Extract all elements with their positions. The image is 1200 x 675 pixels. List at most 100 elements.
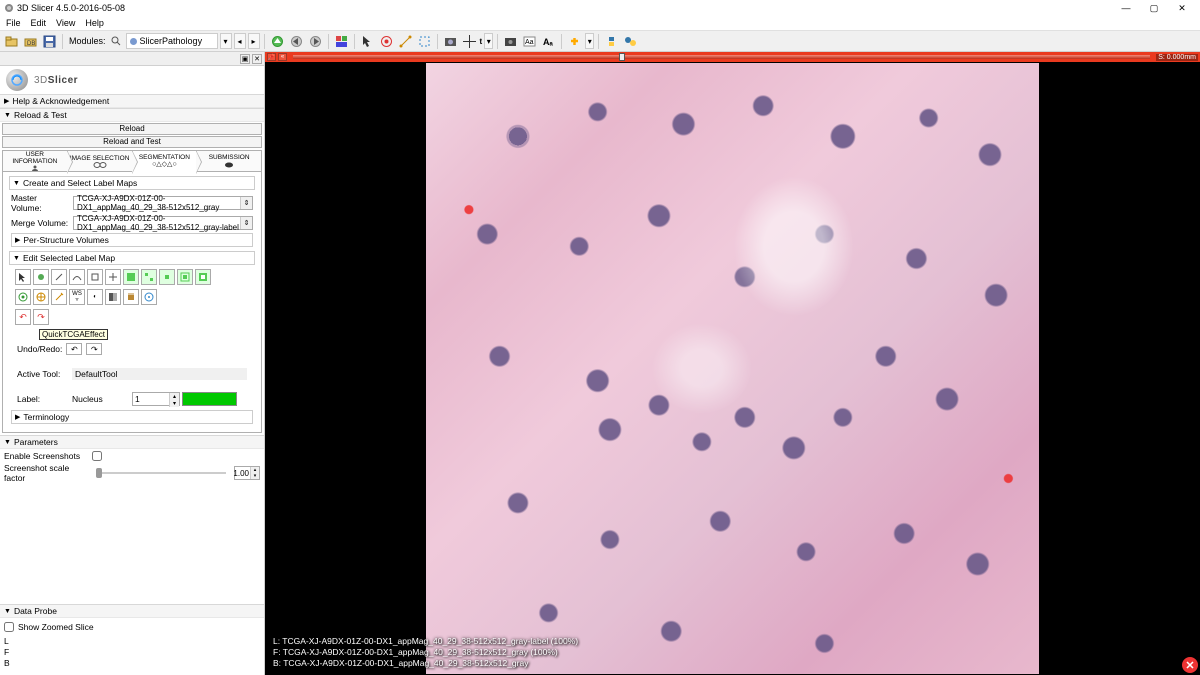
change-island-tool[interactable] bbox=[123, 269, 139, 285]
home-button[interactable] bbox=[269, 33, 286, 50]
menu-file[interactable]: File bbox=[6, 18, 21, 28]
load-data-button[interactable] bbox=[3, 33, 20, 50]
svg-text:DB: DB bbox=[27, 41, 35, 47]
nav-fwd-button[interactable] bbox=[307, 33, 324, 50]
menu-help[interactable]: Help bbox=[85, 18, 104, 28]
grow-cut-tool[interactable] bbox=[15, 289, 31, 305]
tool-tooltip: QuickTCGAEffect bbox=[39, 329, 108, 340]
save-button[interactable] bbox=[41, 33, 58, 50]
terminology-header[interactable]: ▶Terminology bbox=[11, 410, 253, 424]
panel-titlebar: ▣ ✕ bbox=[0, 52, 264, 66]
module-search-button[interactable] bbox=[110, 33, 124, 50]
label-color-swatch[interactable] bbox=[182, 392, 237, 406]
logo-text: 3DSlicer bbox=[34, 75, 78, 86]
paint-tool[interactable] bbox=[33, 269, 49, 285]
show-zoomed-label: Show Zoomed Slice bbox=[18, 622, 94, 632]
watershed-tool[interactable]: WS▿ bbox=[69, 289, 85, 305]
identify-islands-tool[interactable] bbox=[105, 269, 121, 285]
menu-edit[interactable]: Edit bbox=[31, 18, 47, 28]
tab-submission[interactable]: SUBMISSION bbox=[196, 150, 262, 172]
extension-button[interactable] bbox=[566, 33, 583, 50]
save-island-tool[interactable] bbox=[159, 269, 175, 285]
fast-grow-cut-tool[interactable] bbox=[33, 289, 49, 305]
scale-factor-label: Screenshot scale factor bbox=[4, 463, 88, 483]
module-selector[interactable]: SlicerPathology bbox=[126, 33, 218, 49]
slice-offset-slider[interactable] bbox=[293, 55, 1150, 59]
help-section-header[interactable]: ▶Help & Acknowledgement bbox=[0, 95, 264, 108]
roi-button[interactable] bbox=[416, 33, 433, 50]
redo-button[interactable]: ↷ bbox=[86, 343, 102, 355]
python-console-button[interactable] bbox=[622, 33, 639, 50]
master-volume-selector[interactable]: TCGA-XJ-A9DX-01Z-00-DX1_appMag_40_29_38-… bbox=[73, 196, 253, 210]
maximize-button[interactable]: ▢ bbox=[1140, 1, 1168, 15]
overlay-l: L: TCGA-XJ-A9DX-01Z-00-DX1_appMag_40_29_… bbox=[273, 636, 578, 647]
undo-button[interactable]: ↶ bbox=[66, 343, 82, 355]
layout-button[interactable] bbox=[333, 33, 350, 50]
enable-screenshots-checkbox[interactable] bbox=[92, 451, 102, 461]
wand-tool[interactable] bbox=[51, 289, 67, 305]
minimize-button[interactable]: ― bbox=[1112, 1, 1140, 15]
screenshot-button[interactable] bbox=[442, 33, 459, 50]
dilate-tool[interactable] bbox=[195, 269, 211, 285]
reload-test-button[interactable]: Reload and Test bbox=[2, 136, 262, 148]
default-tool[interactable] bbox=[15, 269, 31, 285]
mouse-mode-button[interactable] bbox=[359, 33, 376, 50]
panel-close-button[interactable]: ✕ bbox=[252, 54, 262, 64]
error-indicator-icon[interactable]: ✕ bbox=[1182, 657, 1198, 673]
label-index-input[interactable]: 1▴▾ bbox=[132, 392, 180, 406]
text-annotation-button[interactable]: Aₐ bbox=[540, 33, 557, 50]
scale-factor-input[interactable]: 1.00▴▾ bbox=[234, 466, 260, 480]
per-structure-header[interactable]: ▶Per-Structure Volumes bbox=[11, 233, 253, 247]
probe-l: L bbox=[4, 636, 260, 646]
ruler-button[interactable] bbox=[397, 33, 414, 50]
make-model-tool[interactable] bbox=[123, 289, 139, 305]
layer-overlay: L: TCGA-XJ-A9DX-01Z-00-DX1_appMag_40_29_… bbox=[273, 636, 578, 669]
module-dropdown-button[interactable]: ▾ bbox=[220, 33, 232, 49]
load-dicom-button[interactable]: DB bbox=[22, 33, 39, 50]
close-button[interactable]: ✕ bbox=[1168, 1, 1196, 15]
level-tracing-tool[interactable] bbox=[69, 269, 85, 285]
pin-icon[interactable]: 📌 bbox=[267, 53, 276, 61]
dataprobe-header[interactable]: ▼Data Probe bbox=[0, 605, 264, 618]
overlay-f: F: TCGA-XJ-A9DX-01Z-00-DX1_appMag_40_29_… bbox=[273, 647, 578, 658]
nav-back-button[interactable] bbox=[288, 33, 305, 50]
parameters-header[interactable]: ▼Parameters bbox=[0, 436, 264, 449]
python-button[interactable] bbox=[603, 33, 620, 50]
module-history-back[interactable]: ◂ bbox=[234, 33, 246, 49]
erode-tool[interactable] bbox=[177, 269, 193, 285]
active-tool-value: DefaultTool bbox=[72, 368, 247, 380]
image-icon bbox=[93, 162, 107, 168]
quick-tcga-tool[interactable] bbox=[141, 289, 157, 305]
panel-float-button[interactable]: ▣ bbox=[240, 54, 250, 64]
change-label-tool[interactable] bbox=[105, 289, 121, 305]
app-icon bbox=[4, 3, 14, 13]
threshold-tool[interactable]: ◐ bbox=[87, 289, 103, 305]
tab-segmentation[interactable]: SEGMENTATION ○△◇△○ bbox=[132, 150, 198, 172]
rectangle-tool[interactable] bbox=[87, 269, 103, 285]
undo-tool[interactable]: ↶ bbox=[15, 309, 31, 325]
segmentation-icon: ○△◇△○ bbox=[152, 161, 177, 168]
create-select-header[interactable]: ▼Create and Select Label Maps bbox=[9, 176, 255, 190]
reload-section-header[interactable]: ▼Reload & Test bbox=[0, 109, 264, 122]
scale-factor-slider[interactable] bbox=[96, 472, 226, 474]
annotation-button[interactable]: Aa bbox=[521, 33, 538, 50]
module-history-fwd[interactable]: ▸ bbox=[248, 33, 260, 49]
slice-menu-button[interactable]: « bbox=[278, 53, 287, 61]
tab-image-selection[interactable]: IMAGE SELECTION bbox=[67, 150, 133, 172]
fiducial-button[interactable] bbox=[378, 33, 395, 50]
capture-button[interactable] bbox=[502, 33, 519, 50]
remove-islands-tool[interactable] bbox=[141, 269, 157, 285]
crosshair-button[interactable] bbox=[461, 33, 478, 50]
label-label: Label: bbox=[17, 394, 72, 404]
crosshair-menu[interactable]: ▾ bbox=[484, 33, 493, 49]
show-zoomed-checkbox[interactable] bbox=[4, 622, 14, 632]
tab-user-information[interactable]: USER INFORMATION bbox=[2, 150, 68, 172]
redo-tool[interactable]: ↷ bbox=[33, 309, 49, 325]
extension-menu[interactable]: ▾ bbox=[585, 33, 594, 49]
draw-tool[interactable] bbox=[51, 269, 67, 285]
slice-canvas[interactable]: L: TCGA-XJ-A9DX-01Z-00-DX1_appMag_40_29_… bbox=[265, 62, 1200, 675]
menu-view[interactable]: View bbox=[56, 18, 75, 28]
reload-button[interactable]: Reload bbox=[2, 123, 262, 135]
merge-volume-selector[interactable]: TCGA-XJ-A9DX-01Z-00-DX1_appMag_40_29_38-… bbox=[73, 216, 253, 230]
edit-labelmap-header[interactable]: ▼Edit Selected Label Map bbox=[9, 251, 255, 265]
